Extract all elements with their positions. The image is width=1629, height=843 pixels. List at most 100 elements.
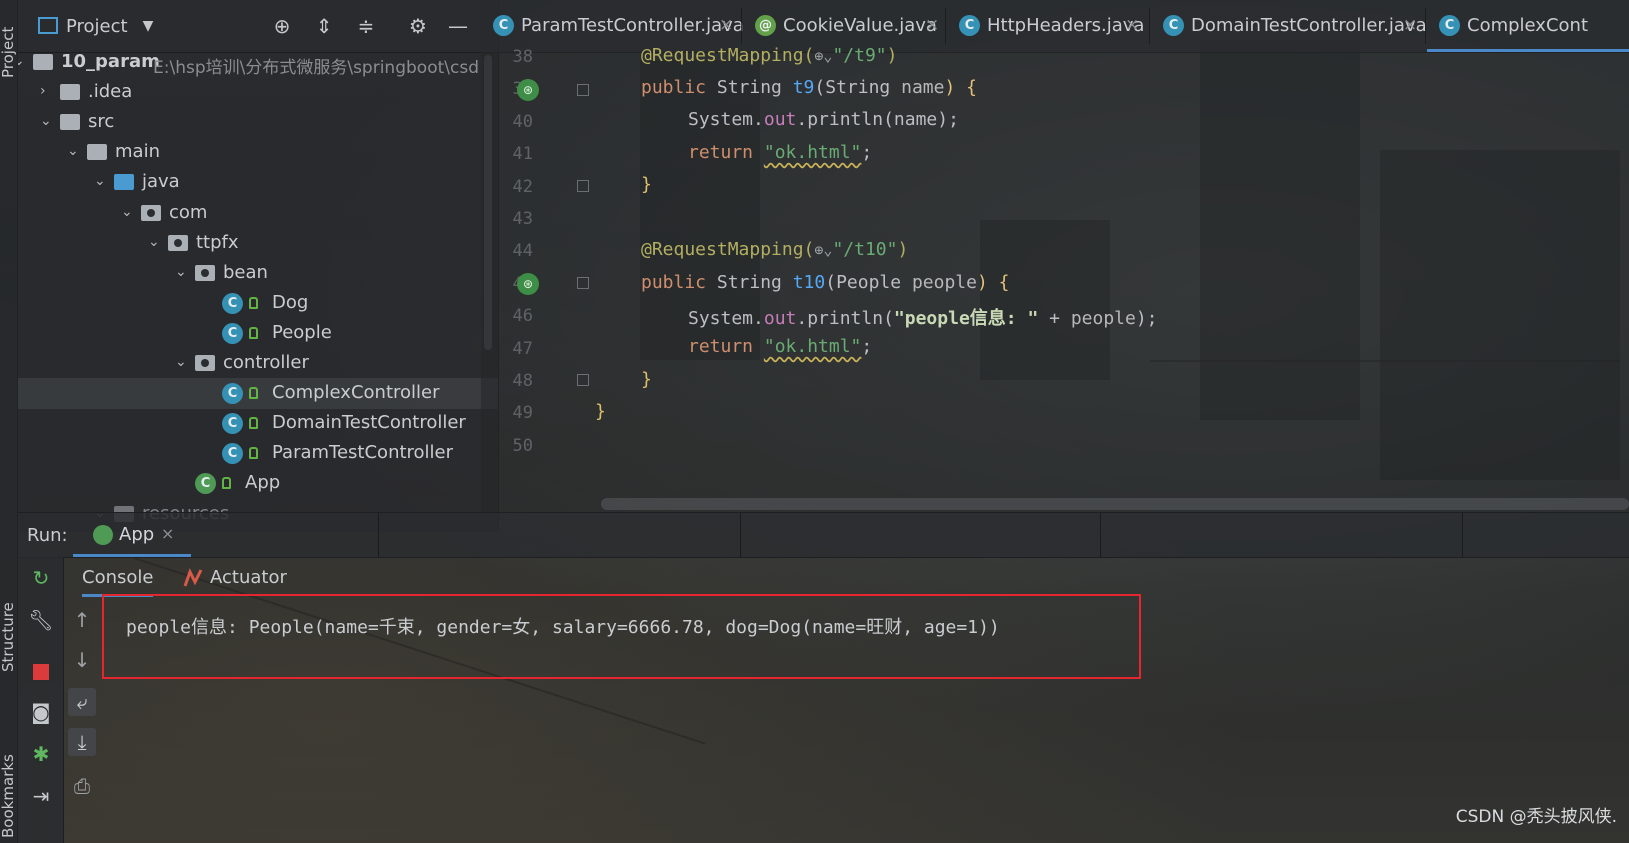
tree-item-label: ttpfx	[196, 231, 239, 253]
tree-item-src[interactable]: ⌄ src	[18, 107, 498, 138]
tab-http-headers[interactable]: C HttpHeaders.java ×	[947, 0, 1147, 52]
class-icon: C	[222, 413, 243, 435]
run-subtabs: Console Actuator	[64, 557, 1629, 599]
line-number: 49	[512, 403, 533, 424]
lock-icon	[249, 296, 258, 309]
tab-complex-controller[interactable]: C ComplexCont	[1427, 0, 1629, 52]
chevron-right-icon[interactable]: ›	[40, 83, 46, 99]
project-view-icon	[38, 17, 58, 34]
fold-icon[interactable]	[577, 84, 589, 96]
tree-item-10-param[interactable]: ⌄ 10_paramE:\hsp培训\分布式微服务\springboot\csd	[18, 47, 498, 78]
rerun-icon[interactable]: ↻	[28, 565, 54, 591]
scroll-to-end-icon[interactable]: ⤓	[68, 728, 96, 756]
code-line-42: }	[641, 174, 652, 195]
fold-icon[interactable]	[577, 277, 589, 289]
folder-icon	[60, 84, 80, 101]
chevron-down-icon[interactable]: ⌄	[18, 53, 25, 69]
lock-icon	[249, 326, 258, 339]
tree-item-label: bean	[223, 261, 268, 283]
chevron-down-icon[interactable]: ⌄	[175, 354, 187, 370]
class-icon: C	[222, 443, 243, 465]
tab-domain-test-controller[interactable]: C DomainTestController.java ×	[1151, 0, 1427, 52]
tree-item-label: java	[142, 171, 180, 193]
close-icon[interactable]: ×	[719, 15, 733, 35]
project-tool-label[interactable]: Project	[0, 27, 17, 78]
camera-icon[interactable]: ◙	[28, 699, 54, 725]
print-icon[interactable]: ⎙	[68, 772, 96, 800]
fold-icon[interactable]	[577, 374, 589, 386]
tree-item-ttpfx[interactable]: ⌄ ttpfx	[18, 228, 498, 259]
stop-icon[interactable]	[28, 657, 54, 683]
annotation-icon: @	[755, 15, 776, 36]
code-editor[interactable]: 38394041424344454647484950 ⊛ ⊛ @RequestM…	[481, 45, 1629, 512]
folder-icon	[60, 114, 80, 131]
tree-item-paramtestcontroller[interactable]: C ParamTestController	[18, 438, 498, 469]
bookmarks-tool-label[interactable]: Bookmarks	[0, 754, 17, 838]
tree-item-idea[interactable]: › .idea	[18, 77, 498, 108]
chevron-down-icon[interactable]: ⌄	[40, 113, 52, 129]
folder-icon	[87, 144, 107, 161]
tree-item-domaintestcontroller[interactable]: C DomainTestController	[18, 408, 498, 439]
locate-icon[interactable]: ⊕	[270, 14, 294, 38]
tree-item-label: Dog	[272, 291, 309, 313]
exit-icon[interactable]: ⇥	[28, 783, 54, 809]
fold-icon[interactable]	[577, 180, 589, 192]
chevron-down-icon[interactable]: ▼	[136, 14, 160, 38]
gear-icon[interactable]: ⚙	[406, 14, 430, 38]
source-folder-icon	[114, 174, 134, 191]
class-icon: C	[222, 322, 243, 344]
tree-item-main[interactable]: ⌄ main	[18, 137, 498, 168]
tab-actuator[interactable]: Actuator	[210, 567, 287, 588]
chevron-down-icon[interactable]: ⌄	[94, 173, 106, 189]
arrow-up-icon[interactable]: ↑	[68, 606, 96, 634]
actuator-icon	[183, 568, 203, 587]
tree-item-app[interactable]: C App	[18, 468, 498, 499]
module-path: E:\hsp培训\分布式微服务\springboot\csd	[153, 58, 479, 78]
tab-console[interactable]: Console	[82, 567, 154, 597]
line-number: 43	[512, 209, 533, 229]
tab-label: ParamTestController.java	[521, 15, 744, 36]
project-panel: Project ▼ ⊕ ⇕ ≑ ⚙ — ⌄ 10_paramE:\hsp培训\分布…	[18, 0, 499, 532]
code-line-46: System.out.println("people信息: " + people…	[688, 308, 1158, 329]
debug-icon[interactable]: ✱	[28, 741, 54, 767]
project-panel-title[interactable]: Project	[66, 16, 128, 37]
chevron-down-icon[interactable]: ⌄	[175, 264, 187, 280]
chevron-down-icon[interactable]: ⌄	[121, 204, 133, 220]
tree-item-com[interactable]: ⌄ com	[18, 198, 498, 229]
tree-item-bean[interactable]: ⌄ bean	[18, 258, 498, 289]
tab-label: ComplexCont	[1467, 15, 1588, 36]
chevron-down-icon[interactable]: ⌄	[148, 234, 160, 250]
close-icon[interactable]: ×	[161, 524, 174, 543]
code-line-49: }	[595, 401, 606, 422]
code-line-45: public String t10(People people) {	[641, 272, 1010, 293]
wrench-icon[interactable]: 🔧︎	[28, 607, 54, 633]
tree-item-label: ParamTestController	[272, 442, 454, 464]
expand-all-icon[interactable]: ⇕	[312, 14, 336, 38]
line-number: 42	[512, 176, 533, 197]
minimize-icon[interactable]: —	[446, 14, 470, 38]
close-icon[interactable]: ×	[925, 15, 939, 35]
close-icon[interactable]: ×	[1403, 15, 1417, 35]
tree-item-java[interactable]: ⌄ java	[18, 167, 498, 198]
run-tab-label: App	[119, 524, 155, 545]
spring-endpoint-icon[interactable]: ⊛	[517, 273, 539, 295]
run-tab-app[interactable]: App ×	[73, 513, 191, 557]
class-icon: C	[222, 292, 243, 314]
spring-endpoint-icon[interactable]: ⊛	[517, 79, 539, 101]
tree-item-complexcontroller[interactable]: C ComplexController	[18, 378, 498, 410]
tree-item-controller[interactable]: ⌄ controller	[18, 348, 498, 379]
editor-horizontal-scrollbar[interactable]	[601, 498, 1629, 510]
chevron-down-icon[interactable]: ⌄	[67, 143, 79, 159]
code-line-48: }	[641, 369, 652, 390]
tree-item-label: People	[272, 321, 332, 343]
structure-tool-label[interactable]: Structure	[0, 602, 17, 672]
collapse-all-icon[interactable]: ≑	[354, 14, 378, 38]
code-line-39: public String t9(String name) {	[641, 77, 977, 98]
soft-wrap-icon[interactable]: ⤶	[68, 688, 96, 716]
left-tool-strip: Project Structure Bookmarks	[0, 0, 18, 843]
arrow-down-icon[interactable]: ↓	[68, 646, 96, 674]
lock-icon	[249, 387, 258, 400]
tree-item-people[interactable]: C People	[18, 318, 498, 349]
close-icon[interactable]: ×	[1125, 15, 1139, 35]
tree-item-dog[interactable]: C Dog	[18, 288, 498, 319]
